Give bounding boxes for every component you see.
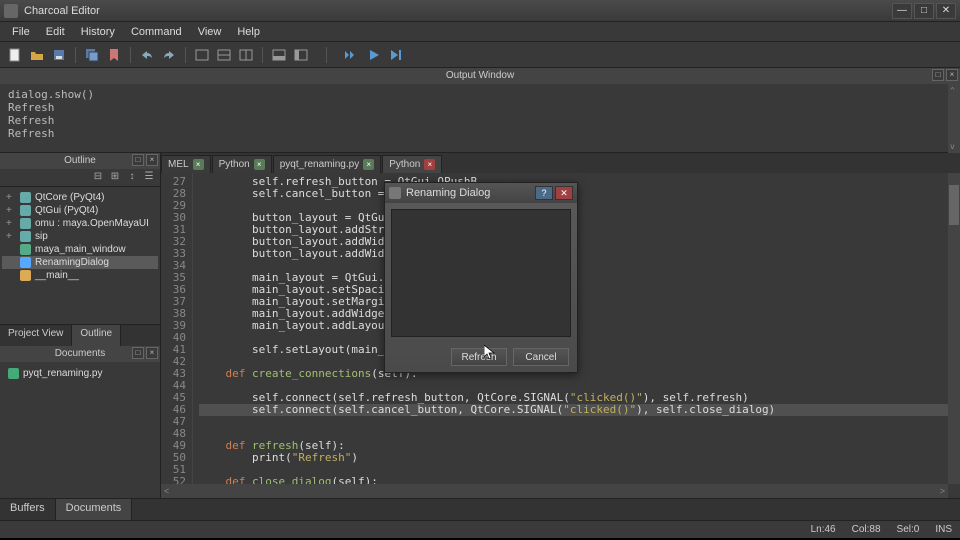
output-close-icon[interactable]: ×: [946, 69, 958, 81]
outline-item[interactable]: +QtCore (PyQt4): [2, 191, 158, 204]
menu-help[interactable]: Help: [229, 24, 268, 40]
editor-scrollbar-horizontal[interactable]: [161, 484, 948, 498]
save-all-icon[interactable]: [83, 46, 101, 64]
dialog-help-button[interactable]: ?: [535, 186, 553, 200]
menu-command[interactable]: Command: [123, 24, 190, 40]
dialog-icon: [389, 187, 401, 199]
run-icon[interactable]: [365, 46, 383, 64]
output-panel-header: Output Window □ ×: [0, 68, 960, 84]
cancel-button[interactable]: Cancel: [513, 348, 569, 366]
outline-header: Outline □ ×: [0, 153, 160, 169]
status-sel: Sel:0: [897, 524, 920, 535]
redo-icon[interactable]: [160, 46, 178, 64]
output-line: Refresh: [8, 127, 952, 140]
outline-close-icon[interactable]: ×: [146, 154, 158, 166]
run-step-icon[interactable]: [387, 46, 405, 64]
outline-expand-icon[interactable]: ⊞: [108, 171, 122, 185]
outline-filter-icon[interactable]: ☰: [142, 171, 156, 185]
panel-bottom-icon[interactable]: [270, 46, 288, 64]
refresh-button[interactable]: Refresh: [451, 348, 507, 366]
outline-item[interactable]: +QtGui (PyQt4): [2, 204, 158, 217]
outline-tree: +QtCore (PyQt4)+QtGui (PyQt4)+omu : maya…: [0, 187, 160, 324]
documents-header: Documents □ ×: [0, 346, 160, 362]
menu-history[interactable]: History: [73, 24, 123, 40]
outline-float-icon[interactable]: □: [132, 154, 144, 166]
split-v-icon[interactable]: [237, 46, 255, 64]
menubar: FileEditHistoryCommandViewHelp: [0, 22, 960, 42]
bookmark-icon[interactable]: [105, 46, 123, 64]
menu-edit[interactable]: Edit: [38, 24, 73, 40]
status-col: Col:88: [852, 524, 881, 535]
menu-view[interactable]: View: [190, 24, 230, 40]
output-panel: Output Window □ × dialog.show()RefreshRe…: [0, 68, 960, 153]
dialog-titlebar[interactable]: Renaming Dialog ? ✕: [385, 183, 577, 203]
dialog-content[interactable]: [391, 209, 571, 337]
editor-tab[interactable]: MEL×: [161, 155, 211, 173]
outline-collapse-icon[interactable]: ⊟: [91, 171, 105, 185]
left-tab[interactable]: Outline: [72, 325, 121, 346]
documents-close-icon[interactable]: ×: [146, 347, 158, 359]
app-icon: [4, 4, 18, 18]
panel-left-icon[interactable]: [292, 46, 310, 64]
output-line: dialog.show(): [8, 88, 952, 101]
outline-item[interactable]: __main__: [2, 269, 158, 282]
split-h-icon[interactable]: [215, 46, 233, 64]
output-scrollbar[interactable]: [948, 84, 960, 153]
output-line: Refresh: [8, 114, 952, 127]
outline-item[interactable]: +omu : maya.OpenMayaUI: [2, 217, 158, 230]
dialog-close-button[interactable]: ✕: [555, 186, 573, 200]
renaming-dialog: Renaming Dialog ? ✕ Refresh Cancel: [384, 182, 578, 373]
save-icon[interactable]: [50, 46, 68, 64]
window-title: Charcoal Editor: [24, 5, 890, 17]
new-file-icon[interactable]: [6, 46, 24, 64]
undo-icon[interactable]: [138, 46, 156, 64]
menu-file[interactable]: File: [4, 24, 38, 40]
output-body[interactable]: dialog.show()RefreshRefreshRefresh: [0, 84, 960, 153]
outline-toolbar: ⊟ ⊞ ↕ ☰: [0, 169, 160, 187]
documents-list: pyqt_renaming.py: [0, 362, 160, 499]
left-tabs: Project ViewOutline: [0, 324, 160, 346]
maximize-button[interactable]: □: [914, 3, 934, 19]
editor-tab[interactable]: Python×: [382, 155, 442, 173]
toolbar: [0, 42, 960, 68]
outline-item[interactable]: maya_main_window: [2, 243, 158, 256]
outline-sort-icon[interactable]: ↕: [125, 171, 139, 185]
open-folder-icon[interactable]: [28, 46, 46, 64]
line-gutter: 27 28 29 30 31 32 33 34 35 36 37 38 39 4…: [161, 173, 193, 498]
left-tab[interactable]: Project View: [0, 325, 72, 346]
status-line: Ln:46: [811, 524, 836, 535]
editor-tab[interactable]: pyqt_renaming.py×: [273, 155, 382, 173]
editor-scrollbar-vertical[interactable]: [948, 173, 960, 484]
close-button[interactable]: ✕: [936, 3, 956, 19]
dialog-title: Renaming Dialog: [406, 187, 533, 199]
minimize-button[interactable]: —: [892, 3, 912, 19]
run-all-icon[interactable]: [343, 46, 361, 64]
editor-tabs: MEL×Python×pyqt_renaming.py×Python×: [161, 153, 960, 173]
status-mode: INS: [935, 524, 952, 535]
split-none-icon[interactable]: [193, 46, 211, 64]
bottom-tab[interactable]: Documents: [56, 499, 133, 520]
document-item[interactable]: pyqt_renaming.py: [4, 366, 156, 381]
output-line: Refresh: [8, 101, 952, 114]
outline-item[interactable]: +sip: [2, 230, 158, 243]
bottom-tabs: BuffersDocuments: [0, 498, 960, 520]
editor-tab[interactable]: Python×: [212, 155, 272, 173]
documents-float-icon[interactable]: □: [132, 347, 144, 359]
status-bar: Ln:46 Col:88 Sel:0 INS: [0, 520, 960, 538]
outline-item[interactable]: RenamingDialog: [2, 256, 158, 269]
output-float-icon[interactable]: □: [932, 69, 944, 81]
window-titlebar: Charcoal Editor — □ ✕: [0, 0, 960, 22]
bottom-tab[interactable]: Buffers: [0, 499, 56, 520]
